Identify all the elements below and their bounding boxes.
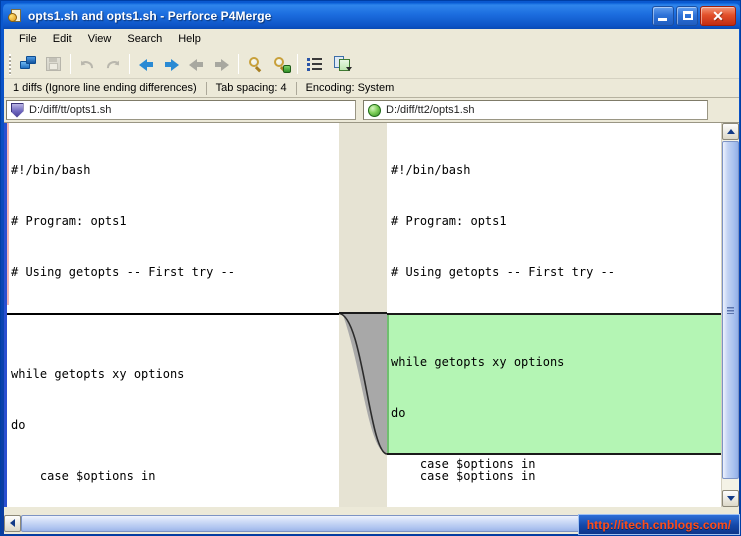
save-icon — [45, 56, 63, 72]
diff-options-button[interactable] — [327, 52, 358, 76]
vertical-scrollbar[interactable] — [721, 123, 739, 507]
scroll-left-button[interactable] — [4, 514, 21, 532]
encoding-label: Encoding: System — [305, 82, 395, 94]
toolbar-separator — [297, 54, 298, 74]
diff-connector — [339, 312, 387, 455]
title-bar[interactable]: opts1.sh and opts1.sh - Perforce P4Merge… — [3, 3, 740, 29]
previous-conflict-icon — [188, 56, 206, 72]
client-area: File Edit View Search Help 1 diffs (Igno… — [4, 29, 739, 534]
line-numbers-icon — [306, 56, 324, 72]
toolbar-separator — [70, 54, 71, 74]
added-block-text: while getopts xy options do case $option… — [387, 315, 721, 507]
scroll-grip-icon — [727, 306, 734, 314]
diff-count-label: 1 diffs (Ignore line ending differences) — [13, 82, 197, 94]
code-line: case $options in — [11, 469, 156, 483]
right-file-path-text: D:/diff/tt2/opts1.sh — [386, 104, 475, 116]
next-diff-icon — [163, 56, 181, 72]
window-title: opts1.sh and opts1.sh - Perforce P4Merge — [28, 9, 272, 23]
menu-file[interactable]: File — [11, 31, 45, 47]
find-next-button[interactable] — [268, 52, 293, 76]
code-line: # Using getopts -- First try -- — [11, 265, 235, 279]
application-window: opts1.sh and opts1.sh - Perforce P4Merge… — [0, 0, 741, 536]
redo-icon — [104, 56, 122, 72]
code-line: do — [11, 418, 26, 432]
right-diff-pane[interactable]: #!/bin/bash # Program: opts1 # Using get… — [387, 123, 721, 507]
added-block[interactable]: while getopts xy options do case $option… — [387, 313, 721, 471]
code-line: # Program: opts1 — [391, 214, 507, 228]
vertical-scroll-thumb[interactable] — [722, 141, 739, 479]
code-line: # Program: opts1 — [11, 214, 127, 228]
menu-search[interactable]: Search — [119, 31, 170, 47]
previous-conflict-button[interactable] — [184, 52, 209, 76]
shield-badge-icon — [10, 102, 24, 118]
window-frame: opts1.sh and opts1.sh - Perforce P4Merge… — [0, 0, 741, 536]
find-button[interactable] — [243, 52, 268, 76]
code-line: do — [391, 406, 406, 420]
scroll-down-button[interactable] — [722, 490, 739, 507]
diff-view: #!/bin/bash # Program: opts1 # Using get… — [4, 122, 739, 507]
code-line: while getopts xy options — [11, 367, 185, 381]
previous-diff-button[interactable] — [134, 52, 159, 76]
file-path-row: D:/diff/tt/opts1.sh D:/diff/tt2/opts1.sh — [4, 98, 739, 122]
window-controls: ✕ — [652, 6, 736, 26]
menu-bar: File Edit View Search Help — [4, 29, 739, 50]
watermark-banner: http://itech.cnblogs.com/ — [578, 514, 740, 535]
code-line: # Using getopts -- First try -- — [391, 265, 615, 279]
scroll-up-icon — [726, 129, 735, 134]
save-button[interactable] — [41, 52, 66, 76]
find-next-icon — [272, 56, 291, 73]
scroll-down-icon — [726, 496, 735, 501]
tab-spacing-label: Tab spacing: 4 — [215, 82, 287, 94]
left-diff-pane[interactable]: #!/bin/bash # Program: opts1 # Using get… — [4, 123, 339, 507]
close-button[interactable]: ✕ — [700, 6, 736, 26]
code-line: case $options in — [391, 457, 536, 471]
swap-files-icon — [19, 56, 38, 72]
circle-badge-icon — [367, 103, 381, 117]
undo-icon — [79, 56, 97, 72]
menu-edit[interactable]: Edit — [45, 31, 80, 47]
next-conflict-button[interactable] — [209, 52, 234, 76]
code-line: #!/bin/bash — [11, 163, 91, 177]
code-line: while getopts xy options — [391, 355, 565, 369]
find-icon — [247, 56, 265, 73]
redo-button[interactable] — [100, 52, 125, 76]
undo-button[interactable] — [75, 52, 100, 76]
p4merge-app-icon — [8, 8, 24, 24]
right-file-path-field[interactable]: D:/diff/tt2/opts1.sh — [363, 100, 708, 120]
left-insertion-line — [7, 313, 339, 315]
toolbar-separator — [129, 54, 130, 74]
previous-diff-icon — [138, 56, 156, 72]
left-code-text: #!/bin/bash # Program: opts1 # Using get… — [7, 128, 339, 507]
scroll-left-icon — [10, 519, 15, 527]
line-numbers-button[interactable] — [302, 52, 327, 76]
toolbar — [4, 50, 739, 79]
toolbar-grip[interactable] — [8, 53, 13, 75]
left-file-path-field[interactable]: D:/diff/tt/opts1.sh — [6, 100, 356, 120]
scroll-up-button[interactable] — [722, 123, 739, 140]
info-bar: 1 diffs (Ignore line ending differences)… — [4, 79, 739, 98]
left-file-path-text: D:/diff/tt/opts1.sh — [29, 104, 112, 116]
toolbar-separator — [238, 54, 239, 74]
added-block-edge — [387, 315, 389, 453]
code-line: #!/bin/bash — [391, 163, 471, 177]
next-diff-button[interactable] — [159, 52, 184, 76]
menu-view[interactable]: View — [80, 31, 120, 47]
next-conflict-icon — [213, 56, 231, 72]
minimize-button[interactable] — [652, 6, 674, 26]
swap-files-button[interactable] — [16, 52, 41, 76]
maximize-button[interactable] — [676, 6, 698, 26]
menu-help[interactable]: Help — [170, 31, 209, 47]
diff-options-icon — [333, 56, 352, 72]
